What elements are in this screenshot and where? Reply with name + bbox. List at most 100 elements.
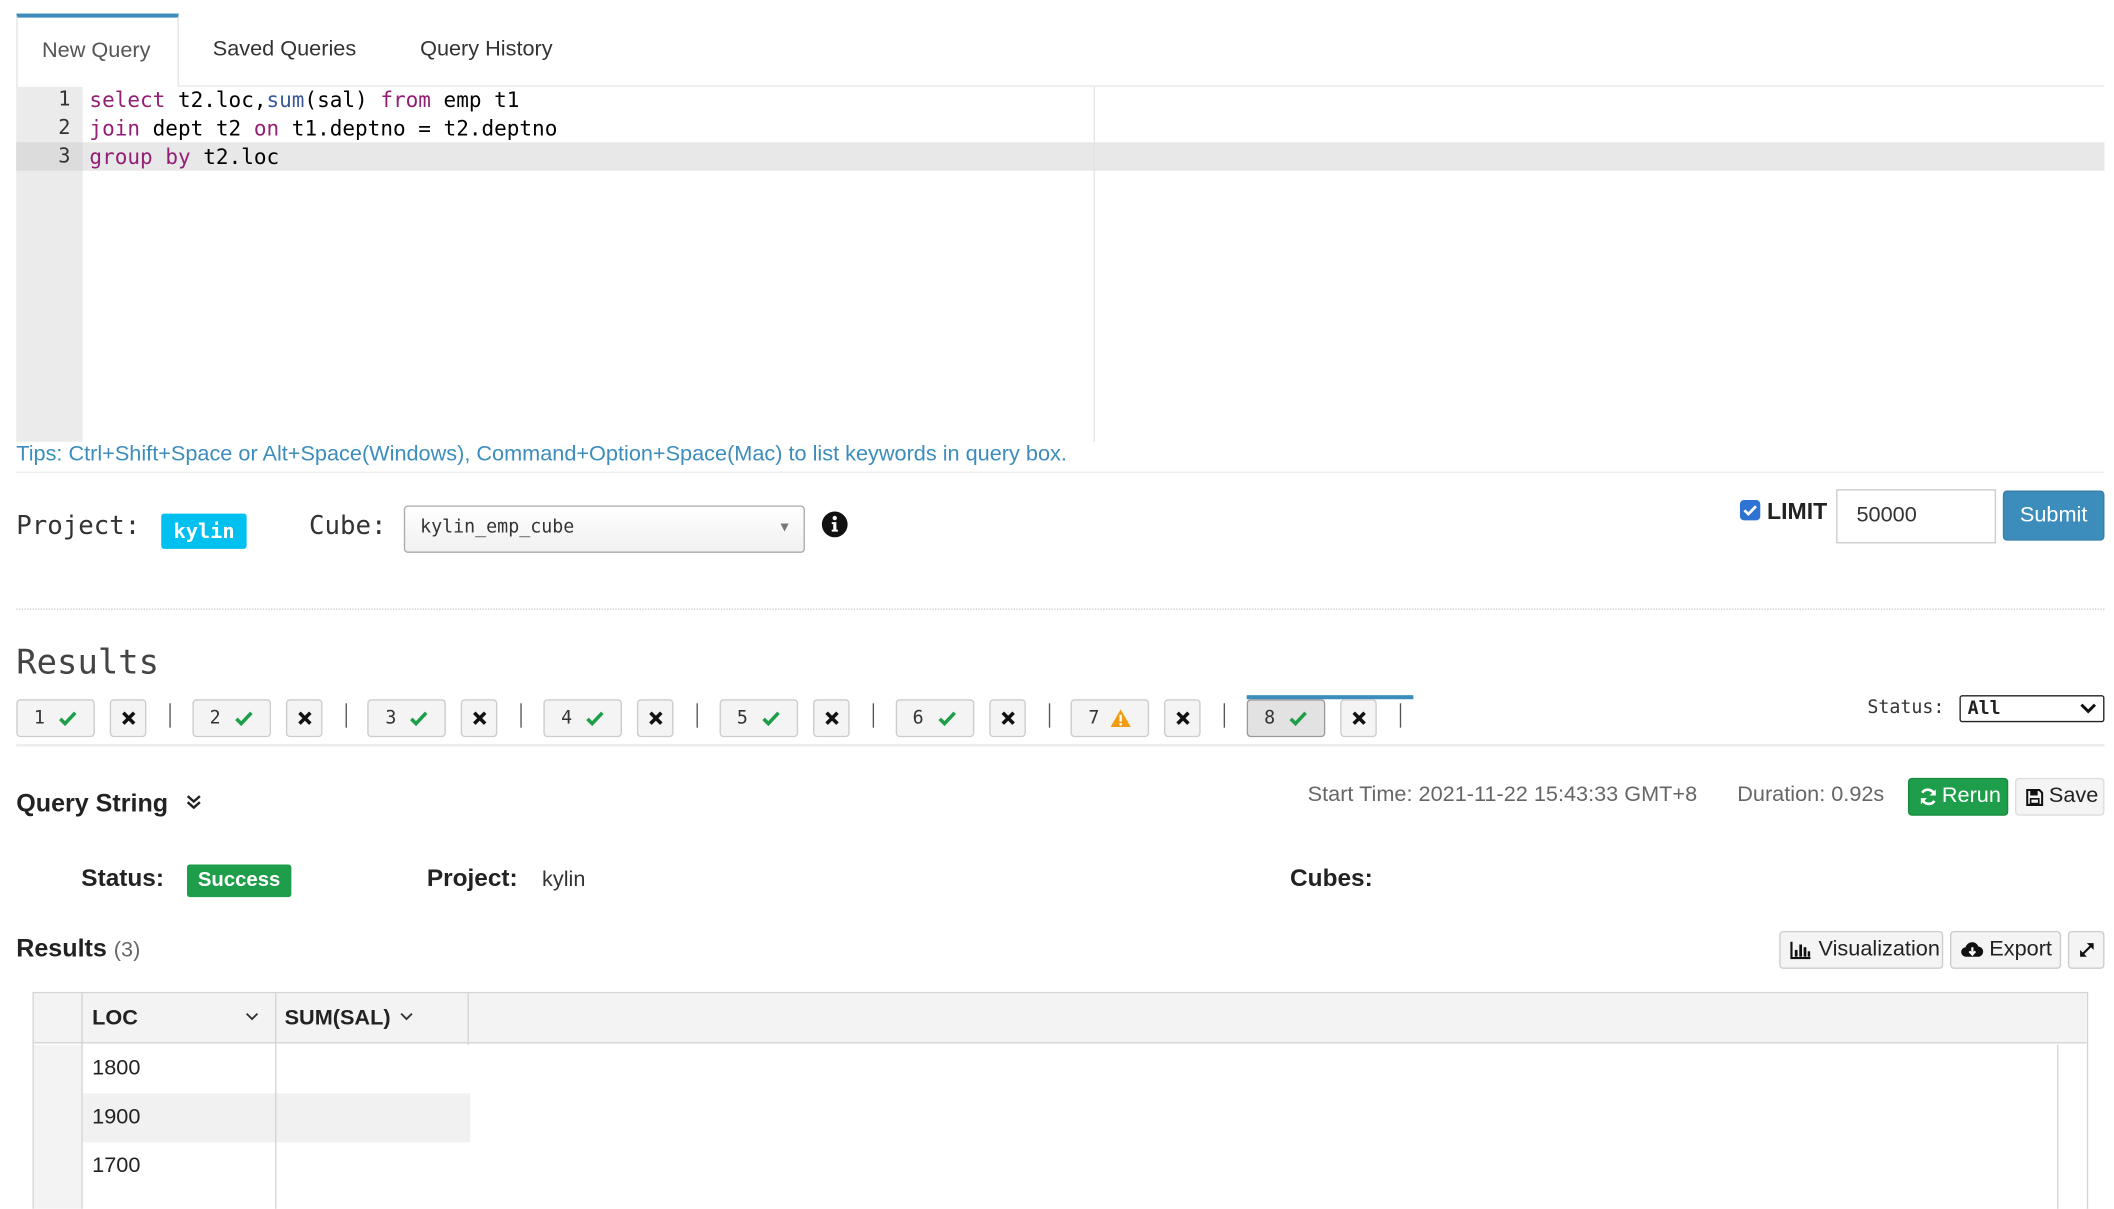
close-tab-button[interactable] [988, 699, 1026, 738]
project-label: Project: [16, 510, 141, 541]
sql-function: sum [266, 88, 305, 113]
query-string-toggle[interactable]: Query String [16, 789, 168, 819]
sort-chevron-icon[interactable] [400, 1012, 414, 1021]
tab-saved-queries[interactable]: Saved Queries [188, 14, 380, 87]
results-grid[interactable]: LOC SUM(SAL) 1800 1900 1700 [32, 991, 2089, 1209]
close-tab-button[interactable] [637, 699, 674, 738]
query-tab-number: 5 [736, 707, 748, 730]
query-tab-8[interactable]: 8 [1246, 699, 1326, 738]
grid-scrollbar[interactable] [2057, 1044, 2059, 1209]
check-icon [586, 711, 604, 727]
row-header-column [33, 1044, 83, 1209]
query-tab-number: 6 [912, 707, 924, 730]
info-circle-icon[interactable] [821, 511, 848, 538]
code-line[interactable]: group by t2.loc [89, 144, 279, 172]
query-tab-number: 3 [385, 707, 397, 730]
sql-text: (sal) [304, 88, 381, 113]
query-tab-6[interactable]: 6 [895, 699, 974, 738]
export-button[interactable]: Export [1949, 930, 2062, 969]
check-icon [59, 711, 77, 727]
close-tab-button[interactable] [461, 699, 498, 738]
limit-input[interactable]: 50000 [1836, 489, 1997, 544]
results-count: (3) [113, 939, 141, 963]
sql-text: t2.loc, [165, 88, 267, 113]
save-label: Save [2048, 784, 2099, 808]
double-chevron-down-icon[interactable] [186, 794, 202, 810]
status-filter-select[interactable]: All [1959, 695, 2105, 723]
close-icon [1352, 711, 1366, 725]
close-icon [1176, 711, 1190, 725]
close-icon [825, 711, 839, 725]
results-heading: Results [16, 642, 160, 682]
query-tab-7[interactable]: 7 [1070, 699, 1150, 738]
status-filter-label: Status: [1867, 696, 1945, 719]
code-line[interactable]: select t2.loc,sum(sal) from emp t1 [89, 87, 519, 115]
check-icon [937, 711, 956, 727]
grid-line [275, 993, 277, 1209]
rerun-button[interactable]: Rerun [1907, 777, 2009, 816]
tab-separator [345, 703, 347, 728]
fullscreen-button[interactable] [2067, 930, 2105, 969]
rerun-label: Rerun [1941, 784, 2001, 808]
tab-new-query[interactable]: New Query [16, 13, 179, 89]
submit-button[interactable]: Submit [2002, 490, 2105, 541]
divider [16, 743, 2105, 747]
code-line[interactable]: join dept t2 on t1.deptno = t2.deptno [89, 115, 557, 143]
close-tab-button[interactable] [1164, 699, 1201, 738]
floppy-disk-icon [2026, 789, 2044, 806]
cube-select[interactable]: kylin_emp_cube ▼ [403, 505, 805, 553]
sql-keyword: on [253, 116, 280, 141]
tab-separator [696, 703, 699, 728]
sql-keyword: group [89, 144, 153, 170]
results-label: Results [16, 933, 107, 963]
status-badge: Success [187, 864, 292, 898]
close-icon [1000, 711, 1015, 725]
query-tab-number: 2 [209, 707, 221, 730]
query-tab-4[interactable]: 4 [543, 699, 623, 738]
sql-editor[interactable]: 1 2 3 select t2.loc,sum(sal) from emp t1… [16, 86, 2105, 442]
tab-query-history[interactable]: Query History [396, 14, 577, 87]
close-tab-button[interactable] [812, 699, 850, 738]
query-tab-1[interactable]: 1 [16, 699, 95, 738]
column-header-label: SUM(SAL) [284, 1006, 391, 1030]
close-tab-button[interactable] [1340, 699, 1377, 738]
query-tab-2[interactable]: 2 [192, 699, 271, 738]
limit-checkbox[interactable] [1739, 500, 1761, 521]
cell-loc: 1800 [92, 1056, 141, 1081]
export-label: Export [1989, 937, 2052, 961]
grid-line [81, 993, 83, 1209]
sql-text: dept t2 [140, 116, 254, 141]
visualization-button[interactable]: Visualization [1779, 930, 1944, 969]
close-tab-button[interactable] [285, 699, 323, 738]
sql-keyword: join [89, 116, 141, 141]
duration: Duration: 0.92s [1737, 783, 1885, 807]
status-filter-value: All [1967, 697, 2001, 720]
check-icon [1289, 711, 1307, 727]
query-tab-3[interactable]: 3 [367, 699, 447, 738]
bar-chart-icon [1790, 941, 1811, 960]
sort-chevron-icon[interactable] [245, 1012, 259, 1021]
query-tab-number: 4 [561, 707, 573, 730]
check-icon [410, 711, 428, 727]
cell-loc: 1900 [92, 1105, 141, 1129]
save-button[interactable]: Save [2015, 777, 2105, 816]
cube-select-value: kylin_emp_cube [420, 516, 575, 538]
editor-gutter [16, 86, 83, 442]
query-tab-5[interactable]: 5 [719, 699, 798, 738]
column-header-sum-sal[interactable]: SUM(SAL) [285, 993, 434, 1043]
expand-icon [2080, 943, 2094, 957]
query-tabs-bar: New Query Saved Queries Query History [16, 13, 2105, 89]
close-tab-button[interactable] [109, 699, 147, 738]
tab-separator [1048, 703, 1050, 728]
divider [16, 608, 2105, 610]
cube-label: Cube: [308, 510, 387, 541]
project-info-label: Project: [426, 864, 518, 892]
close-icon [473, 711, 487, 725]
editor-tips: Tips: Ctrl+Shift+Space or Alt+Space(Wind… [16, 443, 1067, 467]
status-label: Status: [81, 864, 164, 892]
project-badge: kylin [161, 513, 247, 549]
check-icon [762, 711, 780, 727]
start-time: Start Time: 2021-11-22 15:43:33 GMT+8 [1307, 783, 1698, 807]
column-header-loc[interactable]: LOC [92, 993, 268, 1043]
close-icon [297, 711, 312, 725]
